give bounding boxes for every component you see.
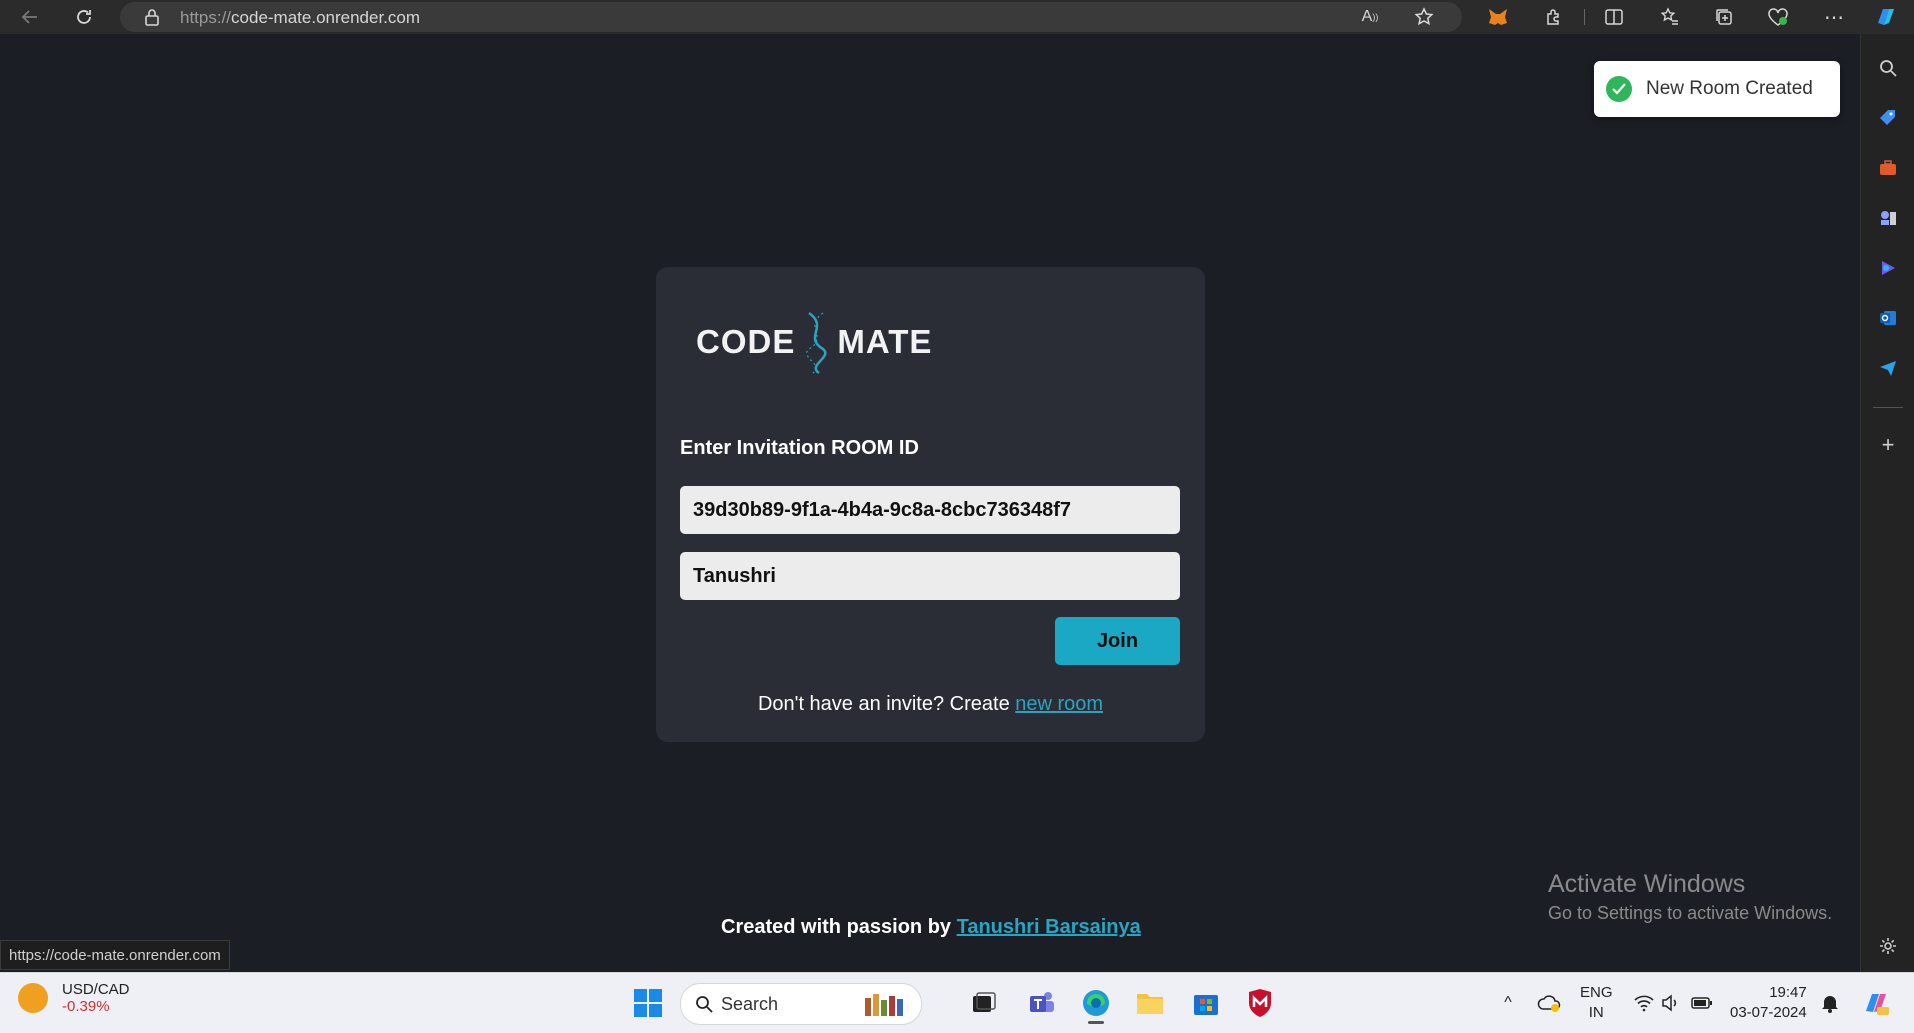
room-id-input[interactable]: 39d30b89-9f1a-4b4a-9c8a-8cbc736348f7: [680, 486, 1180, 534]
toolbar-divider: [1584, 9, 1585, 25]
mcafee-shield-icon[interactable]: [1240, 983, 1280, 1023]
favorites-list-icon[interactable]: [1656, 3, 1684, 31]
dna-helix-icon: [806, 311, 827, 375]
copilot-icon[interactable]: [1872, 3, 1900, 31]
collections-icon[interactable]: [1710, 3, 1738, 31]
stock-change: -0.39%: [62, 998, 110, 1015]
sidebar-divider: [1873, 407, 1903, 408]
activate-subtitle: Go to Settings to activate Windows.: [1548, 903, 1833, 923]
create-room-prompt: Don't have an invite? Create new room: [656, 693, 1205, 716]
onedrive-warning-icon[interactable]: [1530, 983, 1570, 1023]
favorite-star-icon[interactable]: [1410, 3, 1438, 31]
add-icon[interactable]: +: [1874, 431, 1902, 459]
taskbar-search[interactable]: Search: [680, 983, 922, 1025]
check-circle-icon: [1606, 76, 1632, 102]
windows-start-icon[interactable]: [628, 983, 668, 1023]
logo-code-text: CODE: [696, 323, 796, 360]
show-hidden-icons-chevron-icon[interactable]: ^: [1488, 983, 1528, 1023]
read-aloud-icon[interactable]: A)): [1356, 3, 1384, 31]
new-room-link[interactable]: new room: [1015, 693, 1103, 715]
taskbar-search-icon: [696, 996, 713, 1013]
logo-mate-text: MATE: [837, 323, 933, 360]
activate-windows-watermark: Activate Windows Go to Settings to activ…: [1548, 870, 1832, 924]
language-code: ENG: [1580, 984, 1613, 1001]
file-explorer-icon[interactable]: [1130, 983, 1170, 1023]
language-region: IN: [1588, 1004, 1604, 1021]
room-id-label: Enter Invitation ROOM ID: [680, 437, 919, 459]
notification-bell-icon[interactable]: [1810, 983, 1850, 1023]
copilot-sidebar-icon[interactable]: [1874, 254, 1902, 282]
stock-name: USD/CAD: [62, 981, 130, 998]
clock-date: 03-07-2024: [1730, 1004, 1807, 1021]
settings-gear-icon[interactable]: [1874, 932, 1902, 960]
more-options-icon[interactable]: ⋯: [1820, 3, 1848, 31]
lock-icon[interactable]: [138, 3, 166, 31]
edge-sidebar: +: [1860, 34, 1914, 972]
author-link[interactable]: Tanushri Barsainya: [957, 916, 1141, 938]
join-room-card: CODE MATE Enter Invitation ROOM ID 39d30…: [656, 267, 1205, 742]
footer-text: Created with passion by: [721, 916, 957, 938]
system-clock[interactable]: 19:47 03-07-2024: [1730, 983, 1807, 1023]
stock-coin-icon: [18, 983, 48, 1013]
success-toast[interactable]: New Room Created: [1594, 61, 1840, 117]
join-button[interactable]: Join: [1055, 617, 1180, 665]
outlook-icon[interactable]: [1874, 304, 1902, 332]
activate-title: Activate Windows: [1548, 870, 1746, 898]
split-screen-icon[interactable]: [1600, 3, 1628, 31]
invite-text: Don't have an invite? Create: [757, 693, 1016, 715]
browser-essentials-icon[interactable]: [1764, 3, 1792, 31]
url-text: https://code-mate.onrender.com: [180, 8, 421, 27]
browser-toolbar: https://code-mate.onrender.com A)) ⋯: [0, 0, 1914, 34]
games-chess-icon[interactable]: [1874, 204, 1902, 232]
stock-widget[interactable]: USD/CAD -0.39%: [18, 981, 130, 1015]
extensions-puzzle-icon[interactable]: [1540, 3, 1568, 31]
status-bar-url: https://code-mate.onrender.com: [0, 940, 230, 970]
battery-icon[interactable]: [1682, 983, 1722, 1023]
footer-credit: Created with passion by Tanushri Barsain…: [721, 916, 1141, 939]
task-view-icon[interactable]: [964, 983, 1004, 1023]
clock-time: 19:47: [1769, 984, 1807, 1001]
microsoft-store-icon[interactable]: [1186, 983, 1226, 1023]
toast-message: New Room Created: [1646, 78, 1813, 99]
send-icon[interactable]: [1874, 354, 1902, 382]
search-icon[interactable]: [1874, 54, 1902, 82]
metamask-extension-icon[interactable]: [1484, 3, 1512, 31]
address-bar[interactable]: https://code-mate.onrender.com A)): [120, 2, 1462, 32]
active-app-indicator: [1088, 1021, 1104, 1024]
language-indicator[interactable]: ENG IN: [1580, 983, 1613, 1023]
back-arrow-icon[interactable]: [16, 3, 44, 31]
taskbar-search-label: Search: [721, 993, 779, 1014]
code-mate-logo: CODE MATE: [696, 307, 932, 377]
edge-browser-icon[interactable]: [1076, 983, 1116, 1024]
refresh-icon[interactable]: [70, 3, 98, 31]
tools-briefcase-icon[interactable]: [1874, 154, 1902, 182]
windows-taskbar: USD/CAD -0.39% Search ^ ENG IN 19:47 03-…: [0, 972, 1914, 1033]
teams-icon[interactable]: [1022, 983, 1062, 1023]
search-highlight-books-icon: [865, 994, 903, 1016]
shopping-tag-icon[interactable]: [1874, 104, 1902, 132]
username-input[interactable]: Tanushri: [680, 552, 1180, 600]
copilot-taskbar-icon[interactable]: [1856, 983, 1896, 1023]
